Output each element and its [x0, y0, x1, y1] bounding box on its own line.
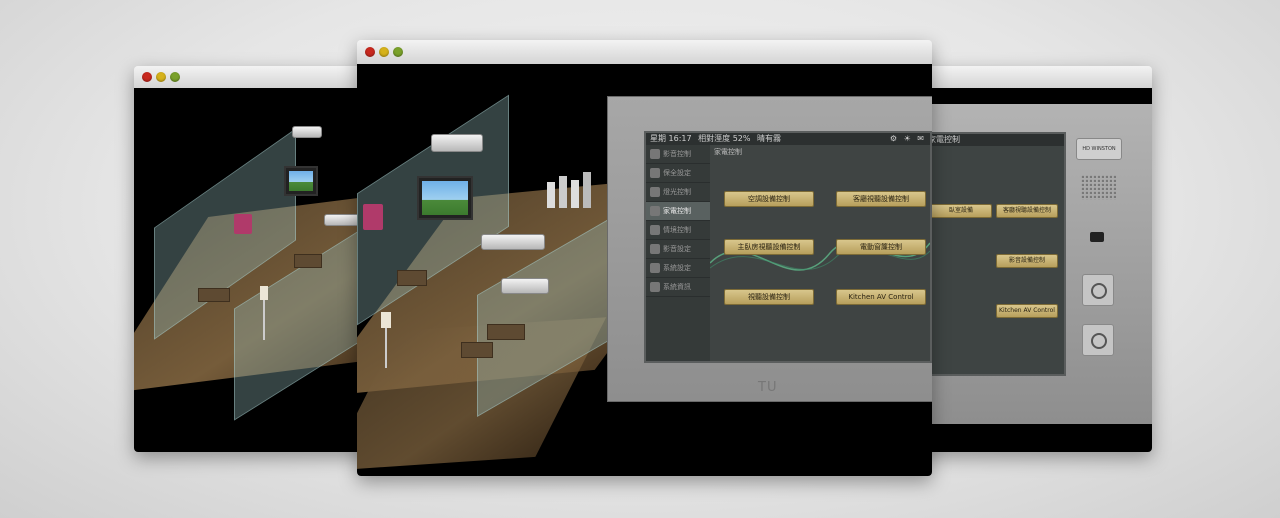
chair-icon	[363, 204, 383, 230]
dvd-player-icon	[324, 214, 360, 226]
browser-window-right: 家電控制 臥室設備 客廳視聽設備控制 影音設備控制 Kitchen AV Con…	[912, 66, 1152, 452]
brand-logo: HD WINSTON	[1076, 138, 1122, 160]
main-view: 星期 16:17 相對溼度 52% 晴有霧 ⚙ ☀ ✉ 影音控制 保全設定 燈光…	[357, 64, 932, 476]
sidebar-item-label: 影音設定	[663, 245, 691, 253]
air-conditioner-icon	[501, 278, 549, 294]
appliance-icon	[650, 206, 660, 216]
device-button[interactable]: 客廳視聽設備控制	[996, 204, 1058, 218]
media-icon	[650, 149, 660, 159]
sidebar-item-media[interactable]: 影音控制	[646, 145, 710, 164]
maximize-dot[interactable]	[393, 47, 403, 57]
power-icon	[1091, 333, 1107, 349]
lamp-pole	[263, 300, 265, 340]
browser-window-center: 星期 16:17 相對溼度 52% 晴有霧 ⚙ ☀ ✉ 影音控制 保全設定 燈光…	[357, 40, 932, 476]
sofa-icon	[294, 254, 322, 268]
home-button[interactable]	[1082, 274, 1114, 306]
chair-icon	[234, 214, 252, 234]
sidebar-item-label: 家電控制	[663, 207, 691, 215]
bulb-icon	[650, 187, 660, 197]
minimize-dot[interactable]	[379, 47, 389, 57]
hardware-panel: HD WINSTON	[1072, 134, 1122, 374]
home-icon	[1091, 283, 1107, 299]
device-button[interactable]: Kitchen AV Control	[996, 304, 1058, 318]
wall-panel-device: 家電控制 臥室設備 客廳視聽設備控制 影音設備控制 Kitchen AV Con…	[912, 104, 1152, 424]
sofa-icon	[397, 270, 427, 286]
close-dot[interactable]	[365, 47, 375, 57]
sidebar-item-label: 系統資訊	[663, 283, 691, 291]
device-status-bar: 家電控制	[924, 134, 1064, 146]
air-conditioner-icon	[292, 126, 322, 138]
info-icon	[650, 282, 660, 292]
air-conditioner-icon	[431, 134, 483, 152]
panel-screen: 星期 16:17 相對溼度 52% 晴有霧 ⚙ ☀ ✉ 影音控制 保全設定 燈光…	[644, 131, 932, 363]
tv-icon	[417, 176, 473, 220]
scene-icon	[650, 225, 660, 235]
speaker-grille-icon	[1080, 174, 1116, 200]
status-weather: 晴有霧	[757, 134, 782, 143]
power-button[interactable]	[1082, 324, 1114, 356]
lamp-pole	[385, 328, 387, 368]
status-time: 星期 16:17	[650, 134, 692, 143]
sofa-icon	[487, 324, 525, 340]
maximize-dot[interactable]	[170, 72, 180, 82]
curtain-control-button[interactable]: 電動窗簾控制	[836, 239, 926, 255]
sidebar-item-scene[interactable]: 情境控制	[646, 221, 710, 240]
device-status-title: 家電控制	[928, 135, 960, 144]
kitchen-av-button[interactable]: Kitchen AV Control	[836, 289, 926, 305]
sofa-icon	[461, 342, 493, 358]
tv-icon	[284, 166, 318, 196]
ir-sensor-icon	[1090, 232, 1104, 242]
sidebar-menu: 影音控制 保全設定 燈光控制 家電控制 情境控制 影音設定 系統設定 系統資訊	[646, 145, 710, 361]
device-button[interactable]: 臥室設備	[930, 204, 992, 218]
sidebar-item-info[interactable]: 系統資訊	[646, 278, 710, 297]
device-screen: 家電控制 臥室設備 客廳視聽設備控制 影音設備控制 Kitchen AV Con…	[922, 132, 1066, 376]
sidebar-item-label: 保全設定	[663, 169, 691, 177]
lamp-icon	[260, 286, 268, 300]
settings-icon	[650, 244, 660, 254]
av-equipment-button[interactable]: 視聽設備控制	[724, 289, 814, 305]
sidebar-item-lighting[interactable]: 燈光控制	[646, 183, 710, 202]
living-room-av-button[interactable]: 客廳視聽設備控制	[836, 191, 926, 207]
window-titlebar	[912, 66, 1152, 89]
sidebar-item-label: 燈光控制	[663, 188, 691, 196]
speaker-set-icon	[547, 172, 597, 212]
status-icons: ⚙ ☀ ✉	[889, 134, 926, 143]
dvd-player-icon	[481, 234, 545, 250]
status-bar: 星期 16:17 相對溼度 52% 晴有霧 ⚙ ☀ ✉	[646, 133, 930, 145]
isometric-house	[357, 64, 741, 476]
sidebar-item-label: 影音控制	[663, 150, 691, 158]
sidebar-item-system[interactable]: 系統設定	[646, 259, 710, 278]
sidebar-item-security[interactable]: 保全設定	[646, 164, 710, 183]
device-view: 家電控制 臥室設備 客廳視聽設備控制 影音設備控制 Kitchen AV Con…	[912, 88, 1152, 452]
window-titlebar	[357, 40, 932, 65]
sidebar-item-appliance[interactable]: 家電控制	[646, 202, 710, 221]
master-bedroom-av-button[interactable]: 主臥房視聽設備控制	[724, 239, 814, 255]
system-icon	[650, 263, 660, 273]
sofa-icon	[198, 288, 230, 302]
close-dot[interactable]	[142, 72, 152, 82]
control-panel-device: 星期 16:17 相對溼度 52% 晴有霧 ⚙ ☀ ✉ 影音控制 保全設定 燈光…	[607, 96, 932, 402]
sidebar-item-label: 情境控制	[663, 226, 691, 234]
status-humidity: 相對溼度 52%	[698, 134, 751, 143]
lock-icon	[650, 168, 660, 178]
panel-brand-logo: TU	[758, 380, 778, 395]
device-button[interactable]: 影音設備控制	[996, 254, 1058, 268]
sidebar-item-label: 系統設定	[663, 264, 691, 272]
lamp-icon	[381, 312, 391, 328]
minimize-dot[interactable]	[156, 72, 166, 82]
section-title: 家電控制	[714, 148, 742, 156]
ac-control-button[interactable]: 空調設備控制	[724, 191, 814, 207]
sidebar-item-av-settings[interactable]: 影音設定	[646, 240, 710, 259]
